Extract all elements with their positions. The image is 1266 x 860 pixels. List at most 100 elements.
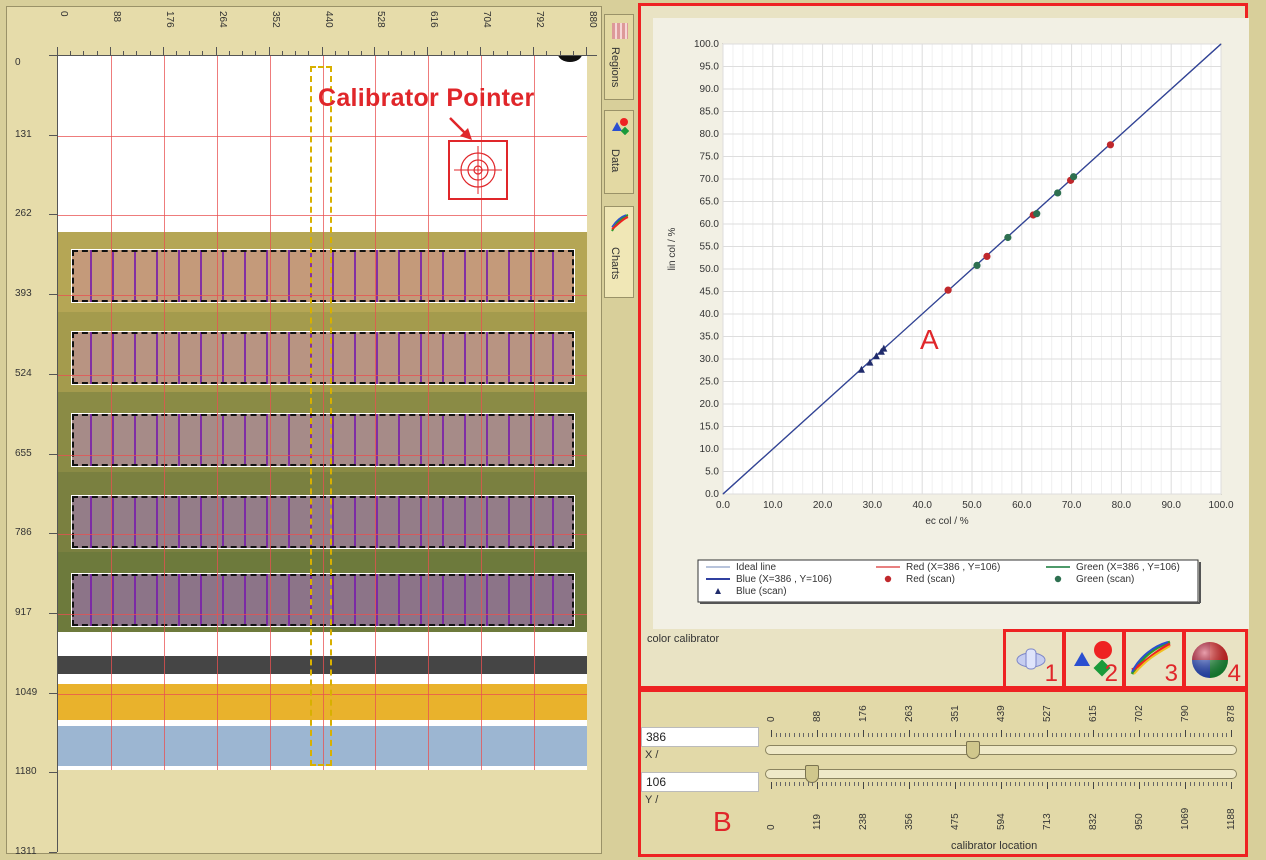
scale-tick xyxy=(1093,782,1094,789)
scale-minor-tick xyxy=(1070,733,1071,737)
scale-tick xyxy=(817,730,818,737)
toolbar-button-1[interactable]: 1 xyxy=(1003,629,1065,689)
x-tick-label: 60.0 xyxy=(1012,500,1032,511)
x-tick-label: 10.0 xyxy=(763,500,783,511)
scale-minor-tick xyxy=(978,782,979,786)
y-slider-thumb[interactable] xyxy=(805,765,820,783)
toolbar-number: 2 xyxy=(1104,660,1118,687)
scale-minor-tick xyxy=(858,782,860,786)
scale-minor-tick xyxy=(950,733,952,737)
y-input[interactable]: 106 xyxy=(641,772,759,792)
scale-minor-tick xyxy=(1125,782,1127,786)
scale-minor-tick xyxy=(991,733,993,737)
calibration-chart[interactable]: 0.0 10.0 20.0 30.0 40.0 50.0 60.0 70.0 80.0 90.0 1… xyxy=(653,18,1249,629)
scale-tick xyxy=(771,782,772,789)
scale-minor-tick xyxy=(1042,782,1044,786)
scale-minor-tick xyxy=(1171,733,1173,737)
x-slider-thumb[interactable] xyxy=(966,741,981,759)
scale-tick xyxy=(955,782,956,789)
x-input[interactable]: 386 xyxy=(641,727,759,747)
scale-minor-tick xyxy=(821,782,823,786)
data-point xyxy=(1054,189,1062,197)
toolbar-button-4[interactable]: 4 xyxy=(1183,629,1248,689)
ruler-label: 524 xyxy=(15,367,32,379)
scale-minor-tick xyxy=(1134,733,1136,737)
toolbar-number: 3 xyxy=(1164,660,1178,687)
scale-label: 832 xyxy=(1088,813,1099,830)
scale-label: 713 xyxy=(1042,813,1053,830)
scale-label: 439 xyxy=(996,705,1007,722)
scale-minor-tick xyxy=(1060,733,1062,737)
scale-minor-tick xyxy=(1019,733,1021,737)
grid-line xyxy=(428,56,430,770)
scale-minor-tick xyxy=(950,782,952,786)
scale-minor-tick xyxy=(932,782,933,786)
scale-minor-tick xyxy=(1079,782,1081,786)
scale-minor-tick xyxy=(1203,733,1205,737)
ruler-minor-tick xyxy=(493,51,495,55)
ruler-label: 1180 xyxy=(15,766,37,778)
x-tick-label: 30.0 xyxy=(863,500,883,511)
y-tick-label: 90.0 xyxy=(700,84,720,95)
scale-minor-tick xyxy=(872,782,874,786)
scale-minor-tick xyxy=(876,782,878,786)
scale-tick xyxy=(1047,730,1048,737)
ruler-tick xyxy=(49,852,57,853)
ruler-label: 262 xyxy=(15,208,32,220)
scale-minor-tick xyxy=(927,733,929,737)
scale-minor-tick xyxy=(872,733,874,737)
scale-minor-tick xyxy=(1037,733,1039,737)
scale-minor-tick xyxy=(1111,733,1113,737)
ruler-tick xyxy=(49,533,57,535)
scanned-calibration-image[interactable]: Calibrator Pointer xyxy=(58,56,587,770)
x-slider-track[interactable] xyxy=(765,745,1237,755)
x-tick-label: 50.0 xyxy=(962,500,982,511)
scale-minor-tick xyxy=(1079,733,1081,737)
y-tick-label: 20.0 xyxy=(700,399,720,410)
chart-caption: color calibrator xyxy=(647,633,720,645)
tab-regions[interactable]: Regions xyxy=(604,14,634,100)
ruler-minor-tick xyxy=(136,51,138,55)
tab-label: Regions xyxy=(609,47,621,88)
scale-minor-tick xyxy=(1152,733,1154,737)
legend-label: Ideal line xyxy=(736,562,776,573)
y-label: Y / xyxy=(645,794,659,806)
scale-minor-tick xyxy=(886,733,887,737)
toolbar-button-3[interactable]: 3 xyxy=(1123,629,1185,689)
ruler-minor-tick xyxy=(414,51,416,55)
scale-minor-tick xyxy=(1111,782,1113,786)
scale-minor-tick xyxy=(1212,733,1214,737)
ruler-minor-tick xyxy=(96,51,98,55)
y-slider-track[interactable] xyxy=(765,769,1237,779)
grid-line xyxy=(375,56,377,770)
scale-tick xyxy=(1185,782,1186,789)
image-viewer[interactable]: 0 88 176 264 352 440 528 616 704 792 880 0 131 262 39… xyxy=(6,6,602,857)
scale-minor-tick xyxy=(913,782,915,786)
scale-minor-tick xyxy=(812,733,814,737)
scale-minor-tick xyxy=(913,733,915,737)
y-tick-label: 95.0 xyxy=(700,62,720,73)
scale-minor-tick xyxy=(982,782,984,786)
ruler-minor-tick xyxy=(202,51,204,55)
scale-minor-tick xyxy=(1028,782,1030,786)
scale-minor-tick xyxy=(1051,733,1053,737)
location-footer: calibrator location xyxy=(951,840,1038,852)
ruler-minor-tick xyxy=(255,51,257,55)
data-point xyxy=(1069,173,1078,181)
scale-minor-tick xyxy=(1143,733,1145,737)
selection-column[interactable] xyxy=(310,66,332,766)
left-ruler: 0 131 262 393 524 655 786 917 1049 1180 1311 xyxy=(7,55,58,857)
ruler-label: 880 xyxy=(587,11,598,28)
scale-minor-tick xyxy=(1180,733,1182,737)
tab-charts[interactable]: Charts xyxy=(604,206,634,298)
y-tick-label: 0.0 xyxy=(705,489,719,500)
calibrator-pointer[interactable] xyxy=(448,140,508,200)
y-tick-label: 25.0 xyxy=(700,377,720,388)
ruler-minor-tick xyxy=(149,51,151,55)
ruler-minor-tick xyxy=(361,51,363,55)
toolbar-button-2[interactable]: 2 xyxy=(1063,629,1125,689)
scale-minor-tick xyxy=(890,782,892,786)
tab-data[interactable]: Data xyxy=(604,110,634,194)
scale-tick xyxy=(1047,782,1048,789)
scale-minor-tick xyxy=(964,733,966,737)
